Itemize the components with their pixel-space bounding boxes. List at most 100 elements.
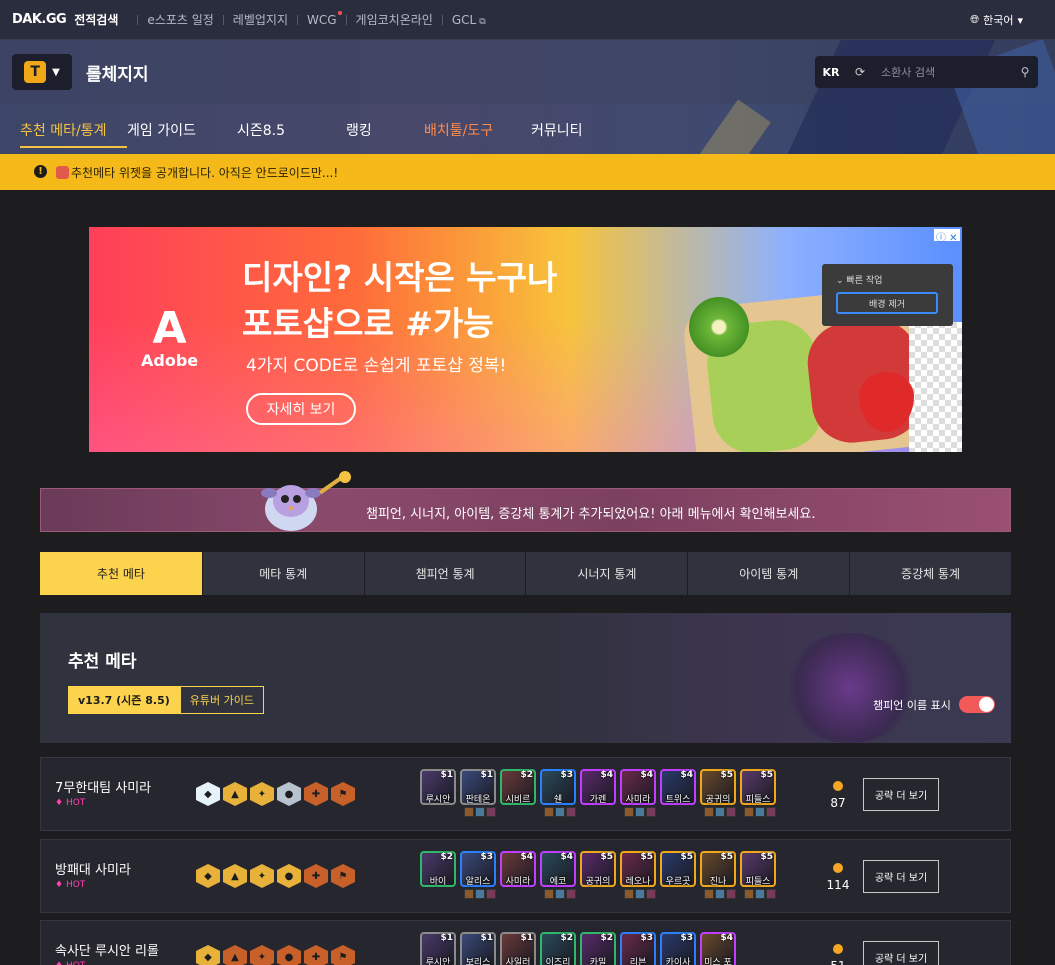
item-icon[interactable]: [635, 807, 645, 817]
item-icon[interactable]: [475, 807, 485, 817]
item-icon[interactable]: [544, 807, 554, 817]
site-logo[interactable]: DAK.GG: [12, 12, 67, 27]
item-icon[interactable]: [715, 889, 725, 899]
top-link-wcg[interactable]: WCG: [307, 10, 342, 27]
item-icon[interactable]: [704, 807, 714, 817]
item-icon[interactable]: [555, 807, 565, 817]
tab-augment-stats[interactable]: 증강체 통계: [849, 552, 1011, 595]
item-icon[interactable]: [704, 889, 714, 899]
search-input[interactable]: 소환사 검색: [873, 64, 1012, 80]
trait-icon[interactable]: ▲: [223, 782, 247, 806]
champion-icon[interactable]: $5 피들스: [740, 851, 776, 899]
trait-icon[interactable]: ⚑: [331, 945, 355, 965]
champion-icon[interactable]: $3 알리스: [460, 851, 496, 899]
item-icon[interactable]: [566, 889, 576, 899]
item-icon[interactable]: [744, 889, 754, 899]
champion-icon[interactable]: $1 사일러: [500, 932, 536, 965]
champion-icon[interactable]: $5 레오나: [620, 851, 656, 899]
language-selector[interactable]: 🌐︎ 한국어 ▾: [970, 12, 1023, 28]
trait-icon[interactable]: ◆: [196, 782, 220, 806]
top-link-esports[interactable]: e스포츠 일정: [147, 11, 213, 28]
adchoices-icon[interactable]: ⓘ ✕: [934, 229, 960, 244]
item-icon[interactable]: [624, 807, 634, 817]
nav-tools[interactable]: 배치툴/도구: [424, 120, 531, 148]
version-button[interactable]: v13.7 (시즌 8.5): [68, 686, 180, 714]
advertisement[interactable]: ⓘ ✕ A Adobe 디자인? 시작은 누구나 포토샵으로 #가능 4가지 C…: [89, 227, 962, 452]
champion-icon[interactable]: $1 루시안: [420, 932, 456, 965]
trait-icon[interactable]: ✚: [304, 945, 328, 965]
item-icon[interactable]: [726, 807, 736, 817]
champion-icon[interactable]: $2 이즈리: [540, 932, 576, 965]
item-icon[interactable]: [544, 889, 554, 899]
item-icon[interactable]: [624, 889, 634, 899]
champion-icon[interactable]: $3 카이사: [660, 932, 696, 965]
top-link-levelup[interactable]: 레벨업지지: [233, 11, 288, 28]
champion-icon[interactable]: $5 우르곳: [660, 851, 696, 887]
champion-icon[interactable]: $5 피들스: [740, 769, 776, 817]
item-icon[interactable]: [726, 889, 736, 899]
trait-icon[interactable]: ●: [277, 782, 301, 806]
search-icon[interactable]: ⚲: [1012, 65, 1038, 79]
champion-icon[interactable]: $5 공귀의: [700, 769, 736, 817]
trait-icon[interactable]: ✦: [250, 782, 274, 806]
comp-name[interactable]: 7무한대팀 사미라: [55, 777, 151, 796]
notice-bar[interactable]: ! 추천메타 위젯을 공개합니다. 아직은 안드로이드만...!: [0, 154, 1055, 190]
comp-name[interactable]: 방패대 사미라: [55, 859, 131, 878]
trait-icon[interactable]: ⚑: [331, 782, 355, 806]
champion-icon[interactable]: $3 쉔: [540, 769, 576, 817]
champion-icon[interactable]: $4 미스 포: [700, 932, 736, 965]
item-icon[interactable]: [744, 807, 754, 817]
view-guide-button[interactable]: 공략 더 보기: [863, 941, 939, 965]
trait-icon[interactable]: ◆: [196, 945, 220, 965]
trait-icon[interactable]: ◆: [196, 864, 220, 888]
item-icon[interactable]: [755, 807, 765, 817]
top-link-gamecoach[interactable]: 게임코치온라인: [356, 11, 433, 28]
champion-icon[interactable]: $1 판테온: [460, 769, 496, 817]
view-guide-button[interactable]: 공략 더 보기: [863, 860, 939, 893]
trait-icon[interactable]: ✦: [250, 945, 274, 965]
refresh-icon[interactable]: ⟳: [847, 65, 873, 79]
tab-synergy-stats[interactable]: 시너지 통계: [525, 552, 688, 595]
champion-icon[interactable]: $4 트위스: [660, 769, 696, 805]
item-icon[interactable]: [475, 889, 485, 899]
item-icon[interactable]: [715, 807, 725, 817]
trait-icon[interactable]: ⚑: [331, 864, 355, 888]
nav-ranking[interactable]: 랭킹: [346, 120, 424, 148]
trait-icon[interactable]: ▲: [223, 864, 247, 888]
view-guide-button[interactable]: 공략 더 보기: [863, 778, 939, 811]
trait-icon[interactable]: ●: [277, 945, 301, 965]
tab-recommended-meta[interactable]: 추천 메타: [40, 552, 202, 595]
item-icon[interactable]: [755, 889, 765, 899]
comp-name[interactable]: 속사단 루시안 리롤: [55, 940, 159, 959]
feature-banner[interactable]: 챔피언, 시너지, 아이템, 증강체 통계가 추가되었어요! 아래 메뉴에서 확…: [40, 471, 1011, 532]
item-icon[interactable]: [486, 889, 496, 899]
tab-champion-stats[interactable]: 챔피언 통계: [363, 552, 526, 595]
brand-subtitle[interactable]: 전적검색: [74, 11, 118, 28]
game-selector[interactable]: T ▼: [12, 54, 72, 90]
item-icon[interactable]: [766, 807, 776, 817]
item-icon[interactable]: [766, 889, 776, 899]
champion-icon[interactable]: $1 루시안: [420, 769, 456, 805]
tab-meta-stats[interactable]: 메타 통계: [201, 552, 364, 595]
champion-name-toggle[interactable]: [958, 696, 995, 713]
nav-game-guide[interactable]: 게임 가이드: [127, 120, 237, 148]
champion-icon[interactable]: $3 리븐: [620, 932, 656, 965]
top-link-gcl[interactable]: GCL ⧉: [452, 13, 486, 27]
trait-icon[interactable]: ✚: [304, 782, 328, 806]
item-icon[interactable]: [486, 807, 496, 817]
nav-community[interactable]: 커뮤니티: [531, 120, 611, 148]
item-icon[interactable]: [555, 889, 565, 899]
trait-icon[interactable]: ✦: [250, 864, 274, 888]
item-icon[interactable]: [646, 889, 656, 899]
ad-cta-button[interactable]: 자세히 보기: [246, 393, 356, 425]
champion-icon[interactable]: $4 사미라: [500, 851, 536, 887]
champion-icon[interactable]: $2 시비르: [500, 769, 536, 805]
region-select[interactable]: KR: [815, 66, 847, 79]
item-icon[interactable]: [635, 889, 645, 899]
nav-season[interactable]: 시즌8.5: [237, 120, 346, 148]
nav-meta-stats[interactable]: 추천 메타/통계: [20, 120, 127, 148]
trait-icon[interactable]: ●: [277, 864, 301, 888]
youtuber-guide-button[interactable]: 유튜버 가이드: [179, 686, 264, 714]
trait-icon[interactable]: ✚: [304, 864, 328, 888]
item-icon[interactable]: [646, 807, 656, 817]
